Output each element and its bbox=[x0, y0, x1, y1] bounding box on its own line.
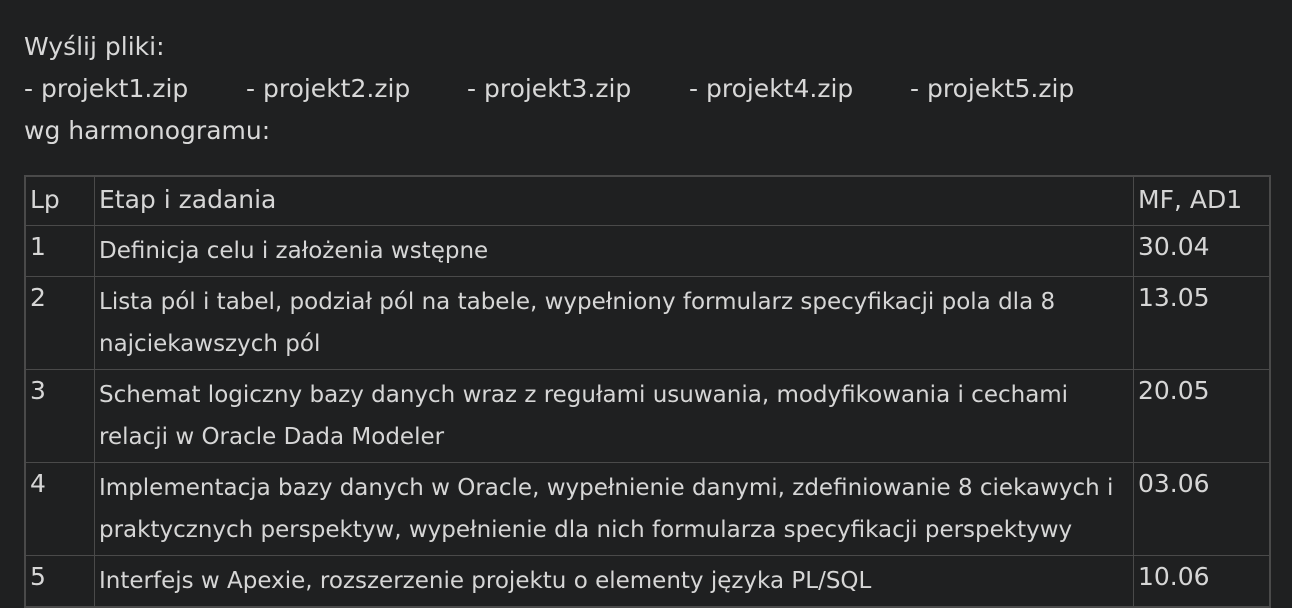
schedule-heading: wg harmonogramu: bbox=[24, 116, 271, 145]
file-item: - projekt2.zip bbox=[246, 74, 411, 103]
table-row: 2 Lista pól i tabel, podział pól na tabe… bbox=[24, 276, 1271, 370]
header-date: MF, AD1 bbox=[1133, 175, 1271, 226]
header-task: Etap i zadania bbox=[94, 175, 1134, 226]
row-date: 30.04 bbox=[1133, 225, 1271, 277]
table-header-row: Lp Etap i zadania MF, AD1 bbox=[24, 175, 1271, 226]
file-item: - projekt4.zip bbox=[689, 74, 854, 103]
row-task: Implementacja bazy danych w Oracle, wype… bbox=[94, 462, 1134, 556]
header-lp: Lp bbox=[24, 175, 95, 226]
row-lp: 3 bbox=[24, 369, 95, 463]
file-item: - projekt1.zip bbox=[24, 74, 189, 103]
table-row: 1 Definicja celu i założenia wstępne 30.… bbox=[24, 225, 1271, 277]
row-lp: 5 bbox=[24, 555, 95, 608]
row-lp: 1 bbox=[24, 225, 95, 277]
send-files-heading: Wyślij pliki: bbox=[24, 32, 165, 61]
row-date: 20.05 bbox=[1133, 369, 1271, 463]
row-task: Schemat logiczny bazy danych wraz z regu… bbox=[94, 369, 1134, 463]
file-list: - projekt1.zip - projekt2.zip - projekt3… bbox=[24, 68, 1074, 110]
table-row: 4 Implementacja bazy danych w Oracle, wy… bbox=[24, 462, 1271, 556]
table-row: 5 Interfejs w Apexie, rozszerzenie proje… bbox=[24, 555, 1271, 608]
row-task: Interfejs w Apexie, rozszerzenie projekt… bbox=[94, 555, 1134, 608]
row-task: Definicja celu i założenia wstępne bbox=[94, 225, 1134, 277]
table-row: 3 Schemat logiczny bazy danych wraz z re… bbox=[24, 369, 1271, 463]
schedule-table: Lp Etap i zadania MF, AD1 1 Definicja ce… bbox=[24, 175, 1271, 608]
row-date: 10.06 bbox=[1133, 555, 1271, 608]
row-lp: 2 bbox=[24, 276, 95, 370]
row-task: Lista pól i tabel, podział pól na tabele… bbox=[94, 276, 1134, 370]
row-lp: 4 bbox=[24, 462, 95, 556]
row-date: 13.05 bbox=[1133, 276, 1271, 370]
file-item: - projekt3.zip bbox=[467, 74, 632, 103]
instructions: Wyślij pliki: - projekt1.zip - projekt2.… bbox=[24, 26, 1074, 152]
row-date: 03.06 bbox=[1133, 462, 1271, 556]
file-item: - projekt5.zip bbox=[910, 74, 1075, 103]
